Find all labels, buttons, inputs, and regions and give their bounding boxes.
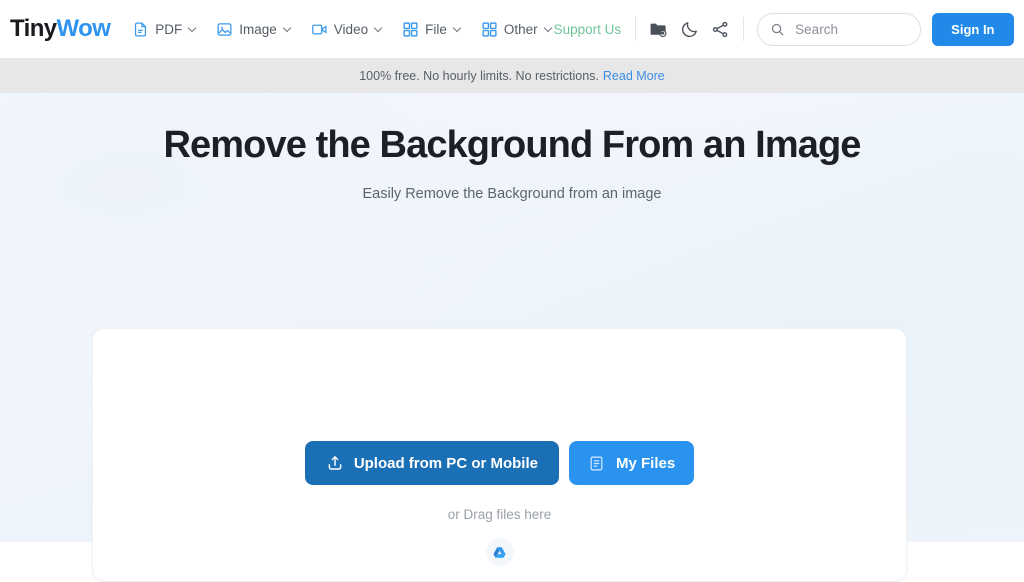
grid-icon	[402, 21, 419, 38]
page-title: Remove the Background From an Image	[163, 124, 862, 166]
share-icon[interactable]	[711, 20, 730, 39]
main-content: Remove the Background From an Image Easi…	[0, 93, 1024, 582]
chevron-down-icon	[545, 25, 554, 34]
search-box[interactable]	[757, 12, 922, 46]
logo-text-wow: Wow	[56, 15, 111, 42]
upload-from-pc-button[interactable]: Upload from PC or Mobile	[304, 441, 559, 485]
sign-in-button[interactable]: Sign In	[932, 12, 1014, 46]
nav-item-file[interactable]: File	[402, 21, 463, 38]
divider	[743, 17, 745, 41]
nav-item-other[interactable]: Other	[481, 21, 554, 38]
drop-zone[interactable]: Upload from PC or Mobile My Files or Dra…	[93, 329, 906, 566]
chevron-down-icon	[375, 25, 384, 34]
chevron-down-icon	[284, 25, 293, 34]
notice-bar: 100% free. No hourly limits. No restrict…	[0, 58, 1024, 93]
grid-icon	[481, 21, 498, 38]
google-drive-button[interactable]	[485, 538, 514, 566]
nav-label-video: Video	[333, 21, 369, 37]
drag-files-text: or Drag files here	[447, 507, 552, 522]
pdf-file-icon	[132, 21, 149, 38]
moon-icon[interactable]	[680, 20, 699, 39]
header-right-cluster: Support Us Search Sign In	[554, 12, 1014, 46]
nav-item-video[interactable]: Video	[311, 21, 384, 38]
search-icon	[770, 22, 785, 37]
notice-text: 100% free. No hourly limits. No restrict…	[359, 68, 599, 83]
upload-card: Upload from PC or Mobile My Files or Dra…	[92, 328, 907, 582]
logo[interactable]: TinyWow	[10, 15, 111, 43]
site-header: TinyWow PDF Image Video File Other Suppo…	[0, 0, 1024, 58]
logo-text-tiny: Tiny	[10, 15, 57, 42]
read-more-link[interactable]: Read More	[603, 69, 665, 83]
image-icon	[216, 21, 233, 38]
page-subtitle: Easily Remove the Background from an ima…	[362, 185, 662, 202]
nav-item-pdf[interactable]: PDF	[132, 21, 198, 38]
nav-item-image[interactable]: Image	[216, 21, 293, 38]
folder-cloud-icon[interactable]	[649, 20, 668, 39]
file-document-icon	[588, 454, 606, 472]
my-files-button[interactable]: My Files	[568, 441, 695, 485]
header-icon-group	[636, 20, 743, 39]
upload-button-label: Upload from PC or Mobile	[353, 454, 538, 472]
primary-nav: PDF Image Video File Other	[132, 21, 553, 38]
my-files-button-label: My Files	[615, 454, 676, 472]
upload-button-row: Upload from PC or Mobile My Files	[304, 441, 695, 485]
upload-icon	[326, 454, 344, 472]
chevron-down-icon	[189, 25, 198, 34]
support-us-link[interactable]: Support Us	[554, 22, 636, 37]
chevron-down-icon	[454, 25, 463, 34]
nav-label-pdf: PDF	[155, 21, 183, 37]
nav-label-image: Image	[239, 21, 277, 37]
nav-label-file: File	[425, 21, 447, 37]
search-input[interactable]	[793, 20, 909, 38]
video-camera-icon	[311, 21, 328, 38]
google-drive-icon	[493, 546, 506, 558]
nav-label-other: Other	[503, 21, 538, 37]
